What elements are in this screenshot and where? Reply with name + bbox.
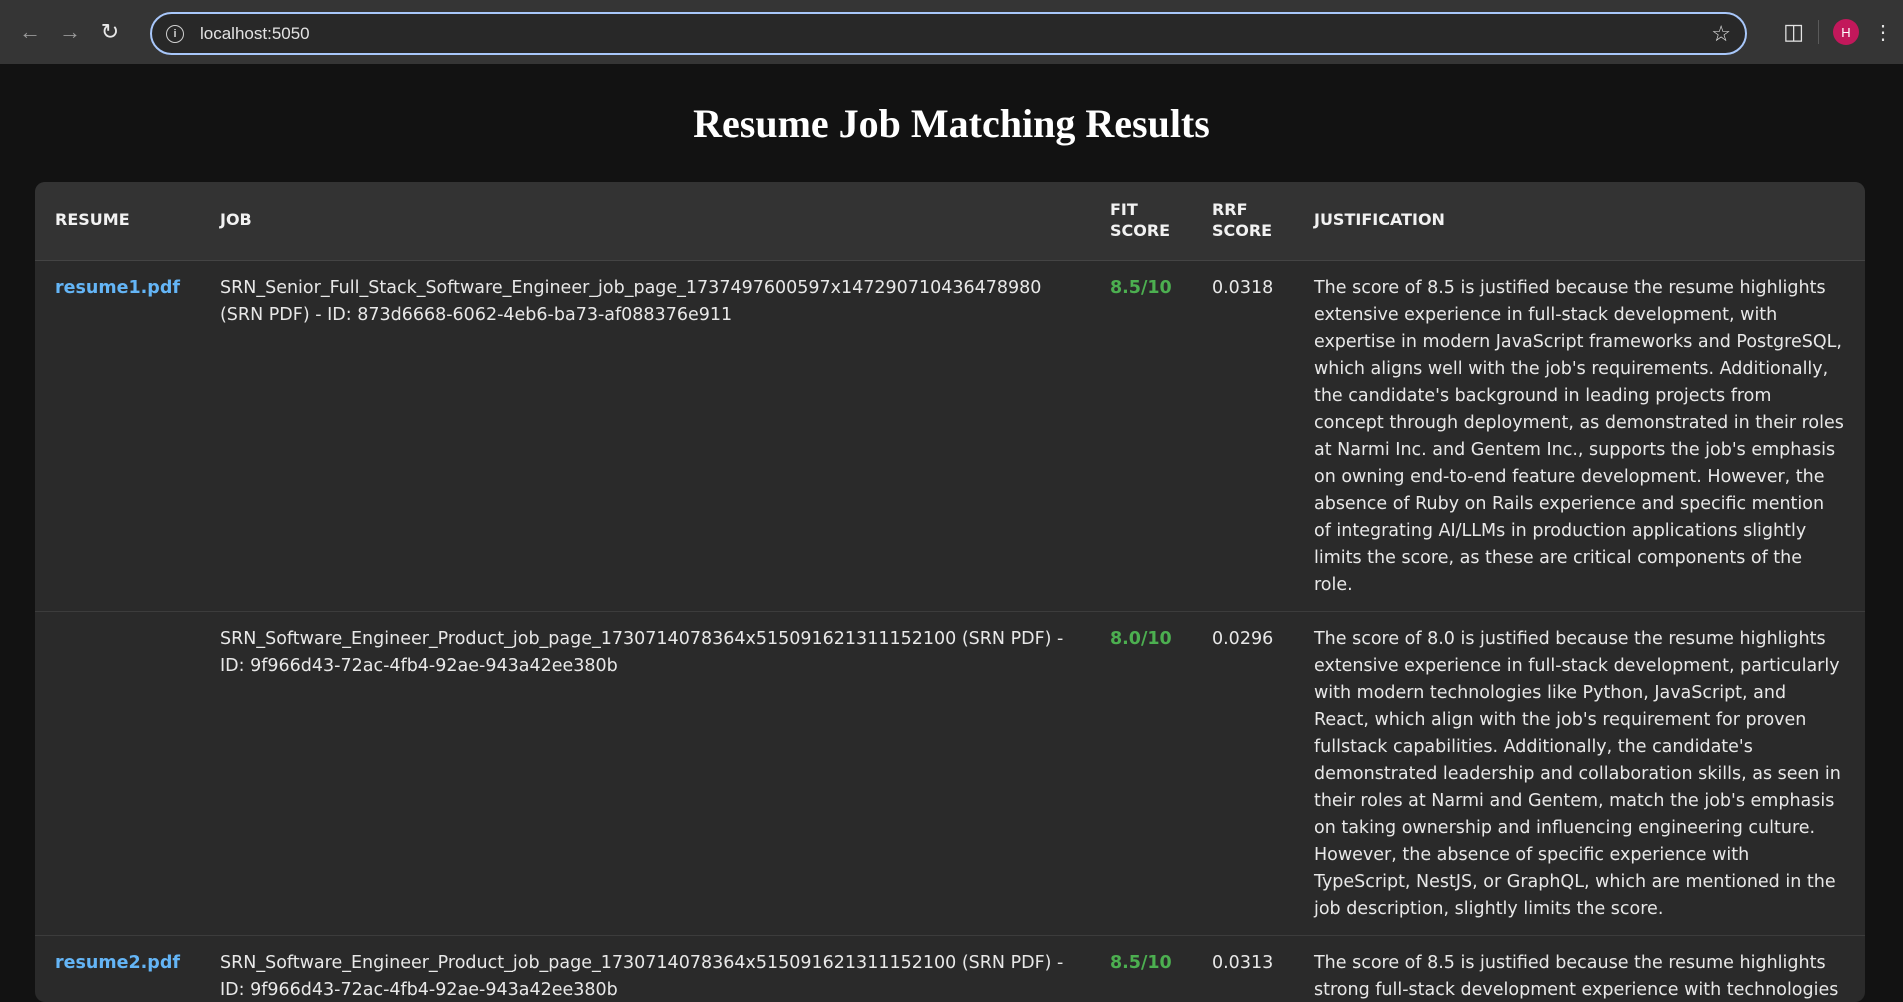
site-info-icon[interactable]: i — [166, 24, 184, 43]
reload-icon[interactable]: ↻ — [90, 12, 130, 52]
bookmark-star-icon[interactable]: ☆ — [1711, 21, 1731, 47]
forward-icon[interactable]: → — [50, 12, 90, 52]
table-row: resume1.pdf SRN_Senior_Full_Stack_Softwa… — [35, 260, 1865, 612]
menu-kebab-icon[interactable]: ⋮ — [1873, 20, 1893, 45]
toolbar-divider — [1818, 20, 1819, 44]
job-cell: SRN_Software_Engineer_Product_job_page_1… — [199, 611, 1090, 936]
fit-score-cell: 8.5/10 — [1089, 260, 1192, 612]
table-header-row: RESUME JOB FIT SCORE RRF SCORE JUSTIFICA… — [35, 182, 1865, 261]
header-rrf-score: RRF SCORE — [1191, 182, 1294, 261]
justification-cell: The score of 8.0 is justified because th… — [1293, 611, 1865, 936]
page-content: Resume Job Matching Results RESUME JOB F… — [0, 64, 1903, 1002]
results-card: RESUME JOB FIT SCORE RRF SCORE JUSTIFICA… — [35, 182, 1865, 1002]
rrf-score-cell: 0.0313 — [1191, 935, 1294, 1002]
resume-cell — [35, 611, 200, 936]
rrf-score-cell: 0.0318 — [1191, 260, 1294, 612]
justification-cell: The score of 8.5 is justified because th… — [1293, 935, 1865, 1002]
address-bar[interactable]: i localhost:5050 ☆ — [150, 12, 1747, 55]
resume-link[interactable]: resume2.pdf — [55, 953, 180, 973]
url-text[interactable]: localhost:5050 — [200, 24, 1711, 44]
resume-cell: resume1.pdf — [35, 260, 200, 612]
fit-score: 8.0/10 — [1109, 628, 1172, 649]
justification-cell: The score of 8.5 is justified because th… — [1293, 260, 1865, 612]
rrf-score-cell: 0.0296 — [1191, 611, 1294, 936]
header-justification: JUSTIFICATION — [1293, 182, 1865, 261]
back-icon[interactable]: ← — [10, 12, 50, 52]
toolbar-right: ◫ H ⋮ — [1783, 12, 1893, 52]
resume-cell: resume2.pdf — [35, 935, 200, 1002]
table-row: SRN_Software_Engineer_Product_job_page_1… — [35, 611, 1865, 936]
fit-score: 8.5/10 — [1109, 277, 1172, 298]
page-title: Resume Job Matching Results — [693, 101, 1210, 146]
results-table: RESUME JOB FIT SCORE RRF SCORE JUSTIFICA… — [35, 182, 1865, 1002]
table-row: resume2.pdf SRN_Software_Engineer_Produc… — [35, 935, 1865, 1002]
fit-score: 8.5/10 — [1109, 952, 1172, 973]
profile-avatar[interactable]: H — [1833, 19, 1859, 45]
fit-score-cell: 8.5/10 — [1089, 935, 1192, 1002]
browser-toolbar: ← → ↻ i localhost:5050 ☆ ◫ H ⋮ — [0, 0, 1903, 64]
extensions-icon[interactable]: ◫ — [1783, 19, 1804, 45]
header-fit-score: FIT SCORE — [1089, 182, 1192, 261]
resume-link[interactable]: resume1.pdf — [55, 278, 180, 298]
job-cell: SRN_Senior_Full_Stack_Software_Engineer_… — [199, 260, 1090, 612]
header-resume: RESUME — [35, 182, 200, 261]
header-job: JOB — [199, 182, 1090, 261]
job-cell: SRN_Software_Engineer_Product_job_page_1… — [199, 935, 1090, 1002]
fit-score-cell: 8.0/10 — [1089, 611, 1192, 936]
